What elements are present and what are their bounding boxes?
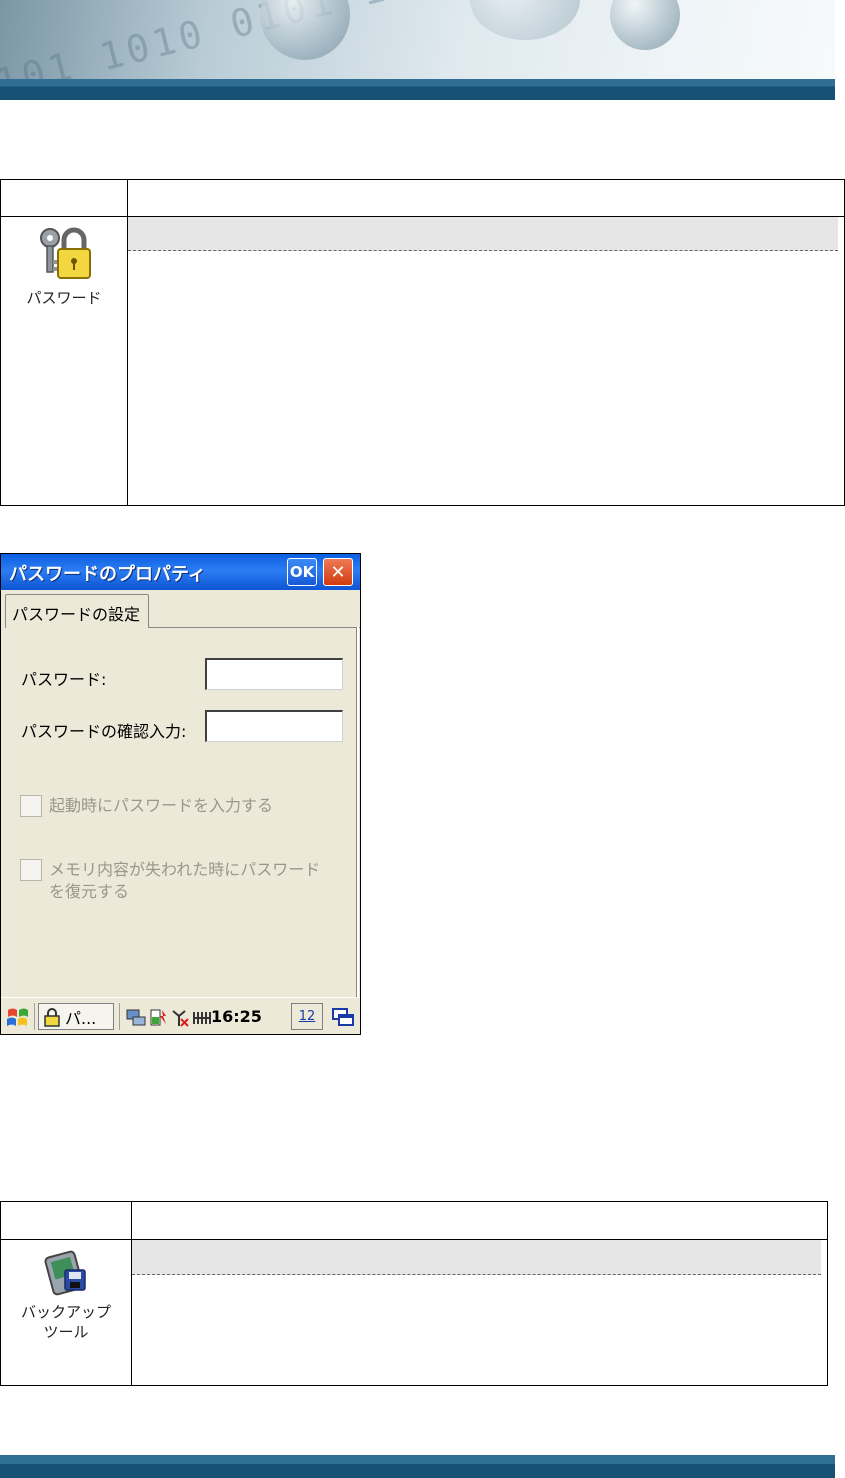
password-icon-caption: パスワード — [26, 289, 102, 307]
restore-password-label: メモリ内容が失われた時にパスワードを復元する — [49, 860, 321, 901]
header-banner: 101 1010 0101 10 — [0, 0, 835, 86]
signal-bars-icon[interactable] — [191, 1006, 213, 1028]
table-subheader — [132, 1240, 821, 1275]
startup-password-row: 起動時にパスワードを入力する — [20, 795, 339, 817]
windows-stack-icon — [332, 1007, 354, 1026]
password-icon-cell: パスワード — [1, 222, 127, 308]
banner-knob-decoration — [260, 0, 350, 60]
backup-icon-caption-line1: バックアップ — [20, 1303, 111, 1321]
network-icon[interactable] — [125, 1006, 147, 1028]
close-button[interactable]: ✕ — [323, 558, 353, 586]
backup-pda-icon — [44, 1250, 86, 1296]
start-button[interactable] — [5, 1003, 31, 1030]
task-button-label: パ... — [65, 1008, 97, 1028]
banner-knob-decoration — [610, 0, 680, 50]
tab-password-settings[interactable]: パスワードの設定 — [5, 594, 149, 628]
confirm-password-label: パスワードの確認入力: — [21, 722, 187, 741]
tray-icons — [125, 1003, 213, 1030]
restore-password-checkbox[interactable] — [20, 859, 42, 881]
window-title: パスワードのプロパティ — [9, 564, 206, 585]
window-titlebar: パスワードのプロパティ OK ✕ — [1, 554, 360, 590]
date-button[interactable]: 12 — [291, 1003, 323, 1030]
table-subheader — [128, 217, 838, 251]
padlock-keys-icon — [40, 227, 91, 279]
ok-button[interactable]: OK — [287, 558, 317, 586]
clock[interactable]: 16:25 — [211, 1003, 262, 1030]
padlock-icon — [44, 1007, 60, 1027]
startup-password-label: 起動時にパスワードを入力する — [49, 796, 274, 815]
backup-info-table: バックアップ ツール — [0, 1201, 828, 1386]
task-button-password[interactable]: パ... — [38, 1003, 114, 1030]
banner-knob-decoration — [470, 0, 580, 40]
desktop-toggle[interactable] — [331, 1003, 355, 1030]
windows-flag-icon — [7, 1008, 28, 1026]
password-properties-window: パスワードのプロパティ OK ✕ パスワードの設定 パスワード: パスワードの確… — [0, 553, 361, 1035]
panel-right-edge — [356, 627, 359, 997]
footer-stripe — [0, 1455, 835, 1478]
confirm-password-input[interactable] — [205, 710, 343, 742]
antenna-off-icon[interactable] — [169, 1006, 191, 1028]
table-column-divider — [131, 1202, 132, 1385]
backup-icon-cell: バックアップ ツール — [1, 1248, 131, 1342]
banner-binary-digits: 101 1010 0101 10 — [0, 0, 419, 86]
table-header-row — [1, 1202, 827, 1240]
header-stripe — [0, 79, 835, 100]
battery-icon[interactable] — [147, 1006, 169, 1028]
password-label: パスワード: — [21, 670, 107, 689]
taskbar-separator — [119, 1003, 120, 1030]
tab-underline — [149, 627, 360, 628]
backup-icon-caption-line2: ツール — [43, 1323, 89, 1341]
startup-password-checkbox[interactable] — [20, 795, 42, 817]
restore-password-row: メモリ内容が失われた時にパスワードを復元する — [20, 859, 329, 903]
password-input[interactable] — [205, 658, 343, 690]
password-info-table: パスワード — [0, 179, 845, 506]
taskbar-separator — [34, 1003, 35, 1030]
taskbar: パ... 16:25 12 — [1, 997, 360, 1034]
